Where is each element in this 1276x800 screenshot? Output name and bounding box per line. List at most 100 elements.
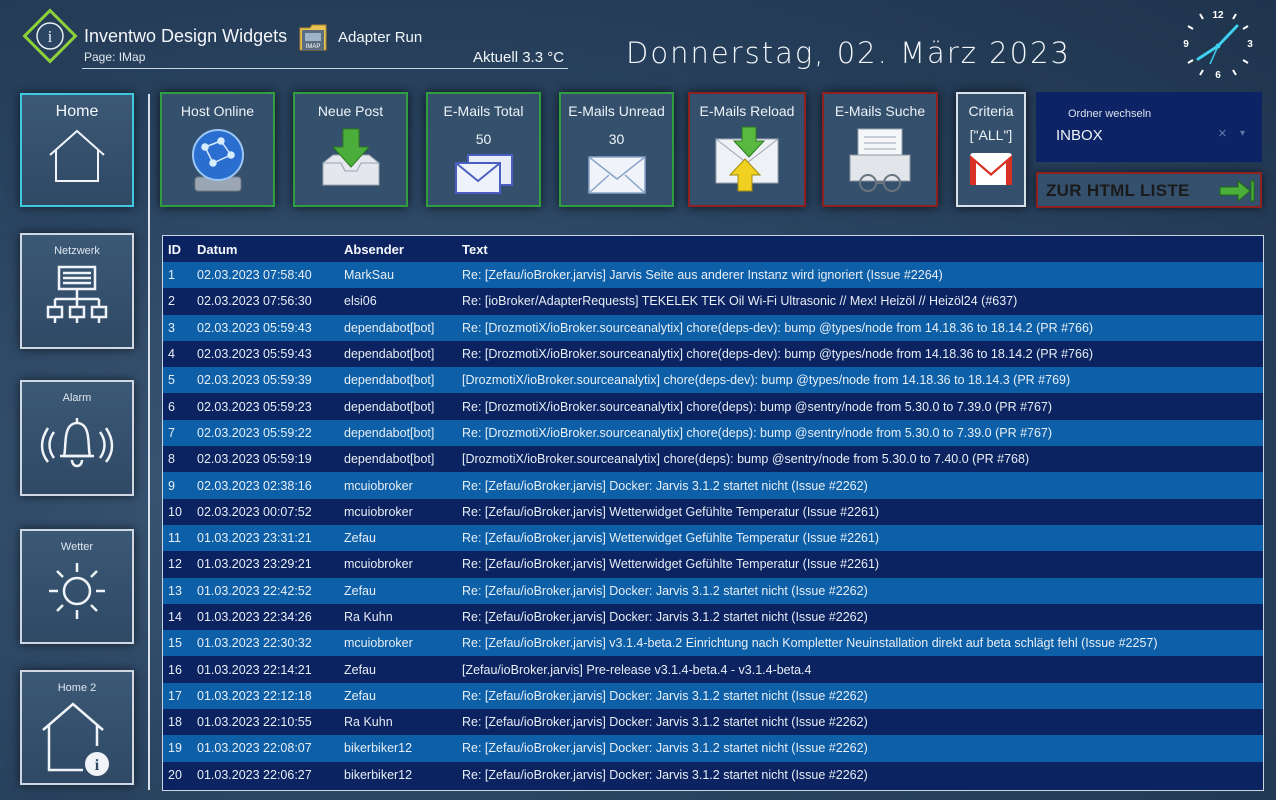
cell-absender: Zefau [339,577,457,604]
cell-absender: bikerbiker12 [339,761,457,788]
mails-suche-tile[interactable]: E-Mails Suche [822,92,938,207]
cell-datum: 02.03.2023 07:56:30 [192,288,339,315]
mail-table: ID Datum Absender Text 1 02.03.2023 07:58… [162,235,1264,791]
mails-reload-tile[interactable]: E-Mails Reload [688,92,806,207]
clear-icon[interactable]: × [1218,125,1227,142]
inbox-download-icon [322,128,379,186]
cell-text: Re: [Zefau/ioBroker.jarvis] Docker: Jarv… [457,709,1263,736]
neue-post-tile[interactable]: Neue Post [293,92,408,207]
clock-12: 12 [1212,10,1224,21]
cell-id: 4 [163,340,192,368]
cell-text: Re: [Zefau/ioBroker.jarvis] Docker: Jarv… [457,603,1263,631]
folder-select[interactable]: Ordner wechseln INBOX × ▾ [1036,92,1262,162]
cell-datum: 02.03.2023 05:59:19 [192,446,339,473]
html-list-button[interactable]: ZUR HTML LISTE [1036,172,1262,208]
mail-envelope-icon [587,156,646,194]
svg-text:i: i [95,757,100,774]
table-row[interactable]: 19 01.03.2023 22:08:07 bikerbiker12 Re: [Ze… [163,735,1263,762]
clock-3: 3 [1247,39,1253,50]
sidebar-item-home-2[interactable]: Home 2 i [20,670,134,785]
cell-id: 7 [163,419,192,447]
criteria-tile[interactable]: Criteria ["ALL"] [956,92,1026,207]
cell-text: Re: [Zefau/ioBroker.jarvis] Docker: Jarv… [457,472,1263,499]
sidebar-divider [148,94,150,790]
cell-datum: 02.03.2023 05:59:39 [192,367,339,394]
cell-datum: 02.03.2023 02:38:16 [192,472,339,499]
clock-9: 9 [1183,39,1189,50]
header-datum[interactable]: Datum [192,236,339,262]
page-label: Page: IMap [84,50,146,64]
cell-text: Re: [Zefau/ioBroker.jarvis] Jarvis Seite… [457,262,1263,289]
cell-id: 18 [163,709,192,736]
table-row[interactable]: 6 02.03.2023 05:59:23 dependabot[bot] Re: [… [163,393,1263,420]
sidebar-item-home[interactable]: Home [20,93,134,207]
cell-id: 3 [163,314,192,341]
tile-label: E-Mails Total [443,103,524,119]
cell-id: 10 [163,498,192,525]
cell-text: Re: [Zefau/ioBroker.jarvis] Wetterwidget… [457,524,1263,552]
host-online-tile[interactable]: Host Online [160,92,275,207]
table-row[interactable]: 15 01.03.2023 22:30:32 mcuiobroker Re: [Zef… [163,630,1263,657]
table-row[interactable]: 3 02.03.2023 05:59:43 dependabot[bot] Re: [… [163,314,1263,341]
temperature-label: Aktuell 3.3 °C [473,49,565,66]
cell-datum: 02.03.2023 05:59:23 [192,393,339,420]
sidebar-item-label: Wetter [60,541,94,553]
cell-text: Re: [Zefau/ioBroker.jarvis] Docker: Jarv… [457,761,1263,788]
cell-absender: dependabot[bot] [339,314,457,341]
table-row[interactable]: 5 02.03.2023 05:59:39 dependabot[bot] [Droz… [163,367,1263,394]
header-text[interactable]: Text [457,236,1263,262]
cell-absender: mcuiobroker [339,630,457,657]
cell-absender: Zefau [339,524,457,552]
table-row[interactable]: 4 02.03.2023 05:59:43 dependabot[bot] Re: [… [163,340,1263,368]
cell-datum: 01.03.2023 22:30:32 [192,630,339,657]
header-id[interactable]: ID [163,236,192,262]
table-row[interactable]: 14 01.03.2023 22:34:26 Ra Kuhn Re: [Zefau/i… [163,603,1263,631]
table-row[interactable]: 7 02.03.2023 05:59:22 dependabot[bot] Re: [… [163,419,1263,447]
folder-select-value[interactable]: INBOX [1056,127,1103,144]
sidebar-item-alarm[interactable]: Alarm [20,380,134,496]
cell-id: 19 [163,735,192,762]
cell-id: 5 [163,367,192,394]
table-row[interactable]: 2 02.03.2023 07:56:30 elsi06 Re: [ioBroker/… [163,288,1263,315]
chevron-down-icon[interactable]: ▾ [1240,128,1245,139]
cell-absender: Zefau [339,682,457,710]
table-row[interactable]: 12 01.03.2023 23:29:21 mcuiobroker Re: [Zef… [163,551,1263,578]
table-row[interactable]: 20 01.03.2023 22:06:27 bikerbiker12 Re: [Ze… [163,761,1263,788]
table-row[interactable]: 13 01.03.2023 22:42:52 Zefau Re: [Zefau/ioB… [163,577,1263,604]
header-absender[interactable]: Absender [339,236,457,262]
cell-id: 12 [163,551,192,578]
imap-icon-text: IMAP [306,44,321,50]
folder-select-label: Ordner wechseln [1068,108,1152,120]
tile-label: Criteria [968,103,1014,119]
table-row[interactable]: 16 01.03.2023 22:14:21 Zefau [Zefau/ioBroke… [163,656,1263,683]
table-row[interactable]: 8 02.03.2023 05:59:19 dependabot[bot] [Droz… [163,446,1263,473]
table-row[interactable]: 1 02.03.2023 07:58:40 MarkSau Re: [Zefau/io… [163,262,1263,289]
sidebar-item-wetter[interactable]: Wetter [20,529,134,644]
cell-id: 1 [163,262,192,289]
date-title: Donnerstag, 02. März 2023 [626,36,1071,70]
sidebar-item-netzwerk[interactable]: Netzwerk [20,233,134,349]
imap-adapter-icon[interactable]: IMAP [296,20,330,54]
cell-id: 16 [163,656,192,683]
cell-datum: 01.03.2023 22:34:26 [192,603,339,631]
cell-datum: 01.03.2023 23:31:21 [192,524,339,552]
cell-datum: 02.03.2023 05:59:43 [192,340,339,368]
table-row[interactable]: 10 02.03.2023 00:07:52 mcuiobroker Re: [Zef… [163,498,1263,525]
table-row[interactable]: 11 01.03.2023 23:31:21 Zefau Re: [Zefau/ioB… [163,524,1263,552]
mails-unread-value: 30 [608,131,625,147]
table-row[interactable]: 18 01.03.2023 22:10:55 Ra Kuhn Re: [Zefau/i… [163,709,1263,736]
tile-label: E-Mails Unread [568,103,665,119]
table-row[interactable]: 9 02.03.2023 02:38:16 mcuiobroker Re: [Zefa… [163,472,1263,499]
table-header-row: ID Datum Absender Text [163,236,1263,262]
cell-datum: 01.03.2023 22:42:52 [192,577,339,604]
cell-id: 17 [163,682,192,710]
cell-id: 14 [163,603,192,631]
cell-datum: 01.03.2023 22:12:18 [192,682,339,710]
cell-text: Re: [ioBroker/AdapterRequests] TEKELEK T… [457,288,1263,315]
table-row[interactable]: 17 01.03.2023 22:12:18 Zefau Re: [Zefau/ioB… [163,682,1263,710]
cell-absender: dependabot[bot] [339,446,457,473]
gmail-icon [970,153,1012,185]
cell-text: [Zefau/ioBroker.jarvis] Pre-release v3.1… [457,656,1263,683]
logo-letter: i [48,27,53,46]
cell-absender: Ra Kuhn [339,709,457,736]
